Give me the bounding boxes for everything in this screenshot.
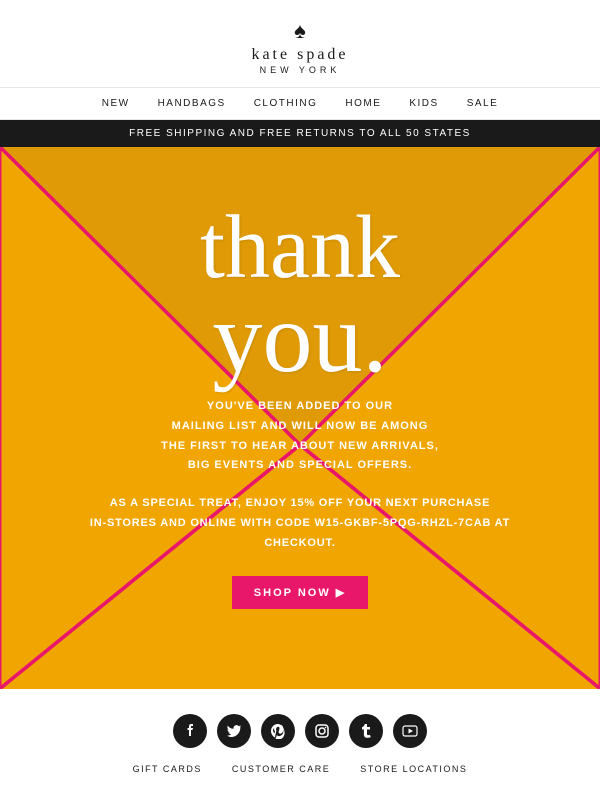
thank-line1: thank <box>0 207 600 288</box>
social-icons <box>20 714 580 748</box>
thank-you-message: thank you. <box>0 207 600 388</box>
arrow-icon: ▶ <box>336 587 346 599</box>
store-locations-link[interactable]: STORE LOCATIONS <box>360 764 467 774</box>
footer-links: GIFT CARDS CUSTOMER CARE STORE LOCATIONS <box>20 764 580 774</box>
shop-now-button[interactable]: SHOP NOW ▶ <box>232 576 368 609</box>
subscription-message: YOU'VE BEEN ADDED TO OUR MAILING LIST AN… <box>80 397 520 476</box>
envelope-body: YOU'VE BEEN ADDED TO OUR MAILING LIST AN… <box>0 377 600 609</box>
youtube-icon[interactable] <box>393 714 427 748</box>
footer: GIFT CARDS CUSTOMER CARE STORE LOCATIONS <box>0 689 600 794</box>
header: ♠ kate spade NEW YORK <box>0 0 600 87</box>
email-container: ♠ kate spade NEW YORK NEW HANDBAGS CLOTH… <box>0 0 600 794</box>
banner-text: FREE SHIPPING AND FREE RETURNS TO ALL 50… <box>129 128 471 139</box>
spade-icon: ♠ <box>20 18 580 44</box>
twitter-icon[interactable] <box>217 714 251 748</box>
instagram-icon[interactable] <box>305 714 339 748</box>
nav-item-home[interactable]: HOME <box>331 98 395 109</box>
envelope-section: thank you. YOU'VE BEEN ADDED TO OUR MAIL… <box>0 147 600 689</box>
promo-banner: FREE SHIPPING AND FREE RETURNS TO ALL 50… <box>0 120 600 147</box>
nav-item-handbags[interactable]: HANDBAGS <box>144 98 240 109</box>
gift-cards-link[interactable]: GIFT CARDS <box>133 764 202 774</box>
brand-location: NEW YORK <box>20 65 580 75</box>
navigation: NEW HANDBAGS CLOTHING HOME KIDS SALE <box>0 87 600 120</box>
thank-line2: you. <box>0 288 600 388</box>
customer-care-link[interactable]: CUSTOMER CARE <box>232 764 330 774</box>
brand-name: kate spade <box>20 46 580 64</box>
pinterest-icon[interactable] <box>261 714 295 748</box>
tumblr-icon[interactable] <box>349 714 383 748</box>
nav-item-kids[interactable]: KIDS <box>395 98 452 109</box>
nav-item-new[interactable]: NEW <box>88 98 144 109</box>
nav-item-sale[interactable]: SALE <box>453 98 513 109</box>
shop-now-label: SHOP NOW <box>254 587 331 599</box>
nav-item-clothing[interactable]: CLOTHING <box>240 98 332 109</box>
facebook-icon[interactable] <box>173 714 207 748</box>
promo-code-message: AS A SPECIAL TREAT, ENJOY 15% OFF YOUR N… <box>80 494 520 553</box>
